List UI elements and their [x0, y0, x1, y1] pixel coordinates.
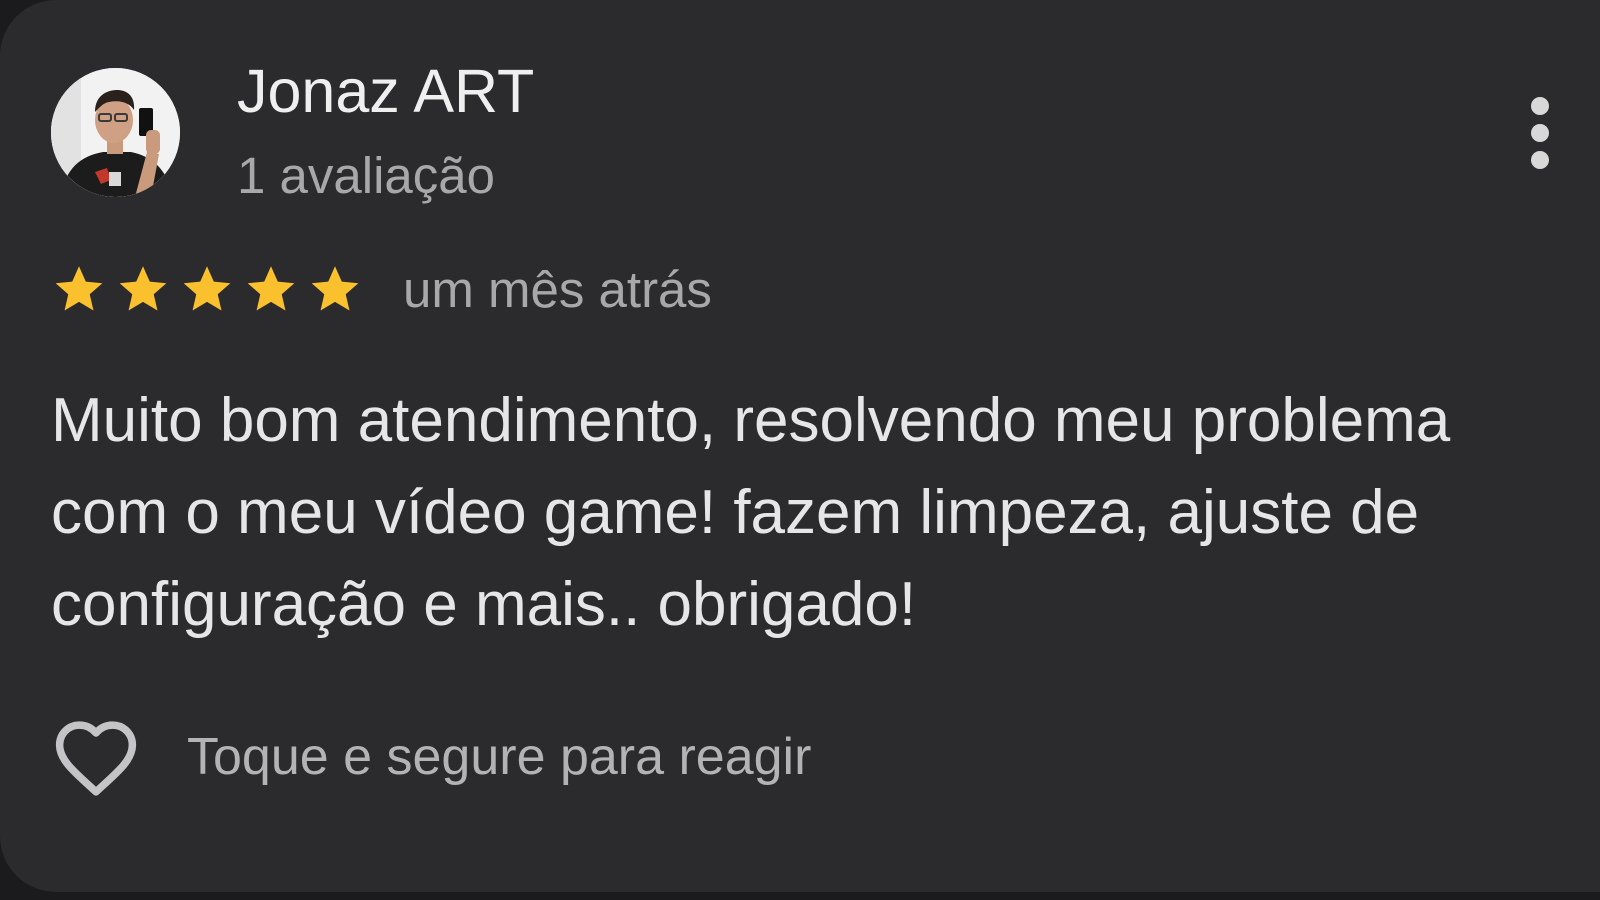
rating-row: um mês atrás	[51, 255, 712, 325]
review-date: um mês atrás	[403, 261, 712, 318]
more-vert-icon-dot	[1531, 124, 1549, 142]
react-label: Toque e segure para reagir	[187, 728, 812, 786]
author-name[interactable]: Jonaz ART	[237, 55, 534, 127]
more-options-button[interactable]	[1510, 88, 1570, 178]
react-button[interactable]: Toque e segure para reagir	[51, 712, 811, 802]
star-icon	[119, 266, 167, 311]
more-vert-icon	[1531, 97, 1549, 115]
more-vert-icon-dot	[1531, 151, 1549, 169]
user-photo-avatar-icon	[51, 68, 180, 197]
review-text: Muito bom atendimento, resolvendo meu pr…	[51, 386, 1451, 639]
star-icon	[311, 266, 359, 311]
star-rating	[51, 262, 363, 318]
author-review-count: 1 avaliação	[237, 147, 496, 204]
heart-outline-icon	[55, 721, 137, 796]
star-icon	[247, 266, 295, 311]
star-icon	[183, 266, 231, 311]
review-card: Jonaz ART 1 avaliação um mês atrás Muito…	[0, 0, 1600, 892]
star-icon	[55, 266, 103, 311]
avatar[interactable]	[51, 68, 180, 197]
